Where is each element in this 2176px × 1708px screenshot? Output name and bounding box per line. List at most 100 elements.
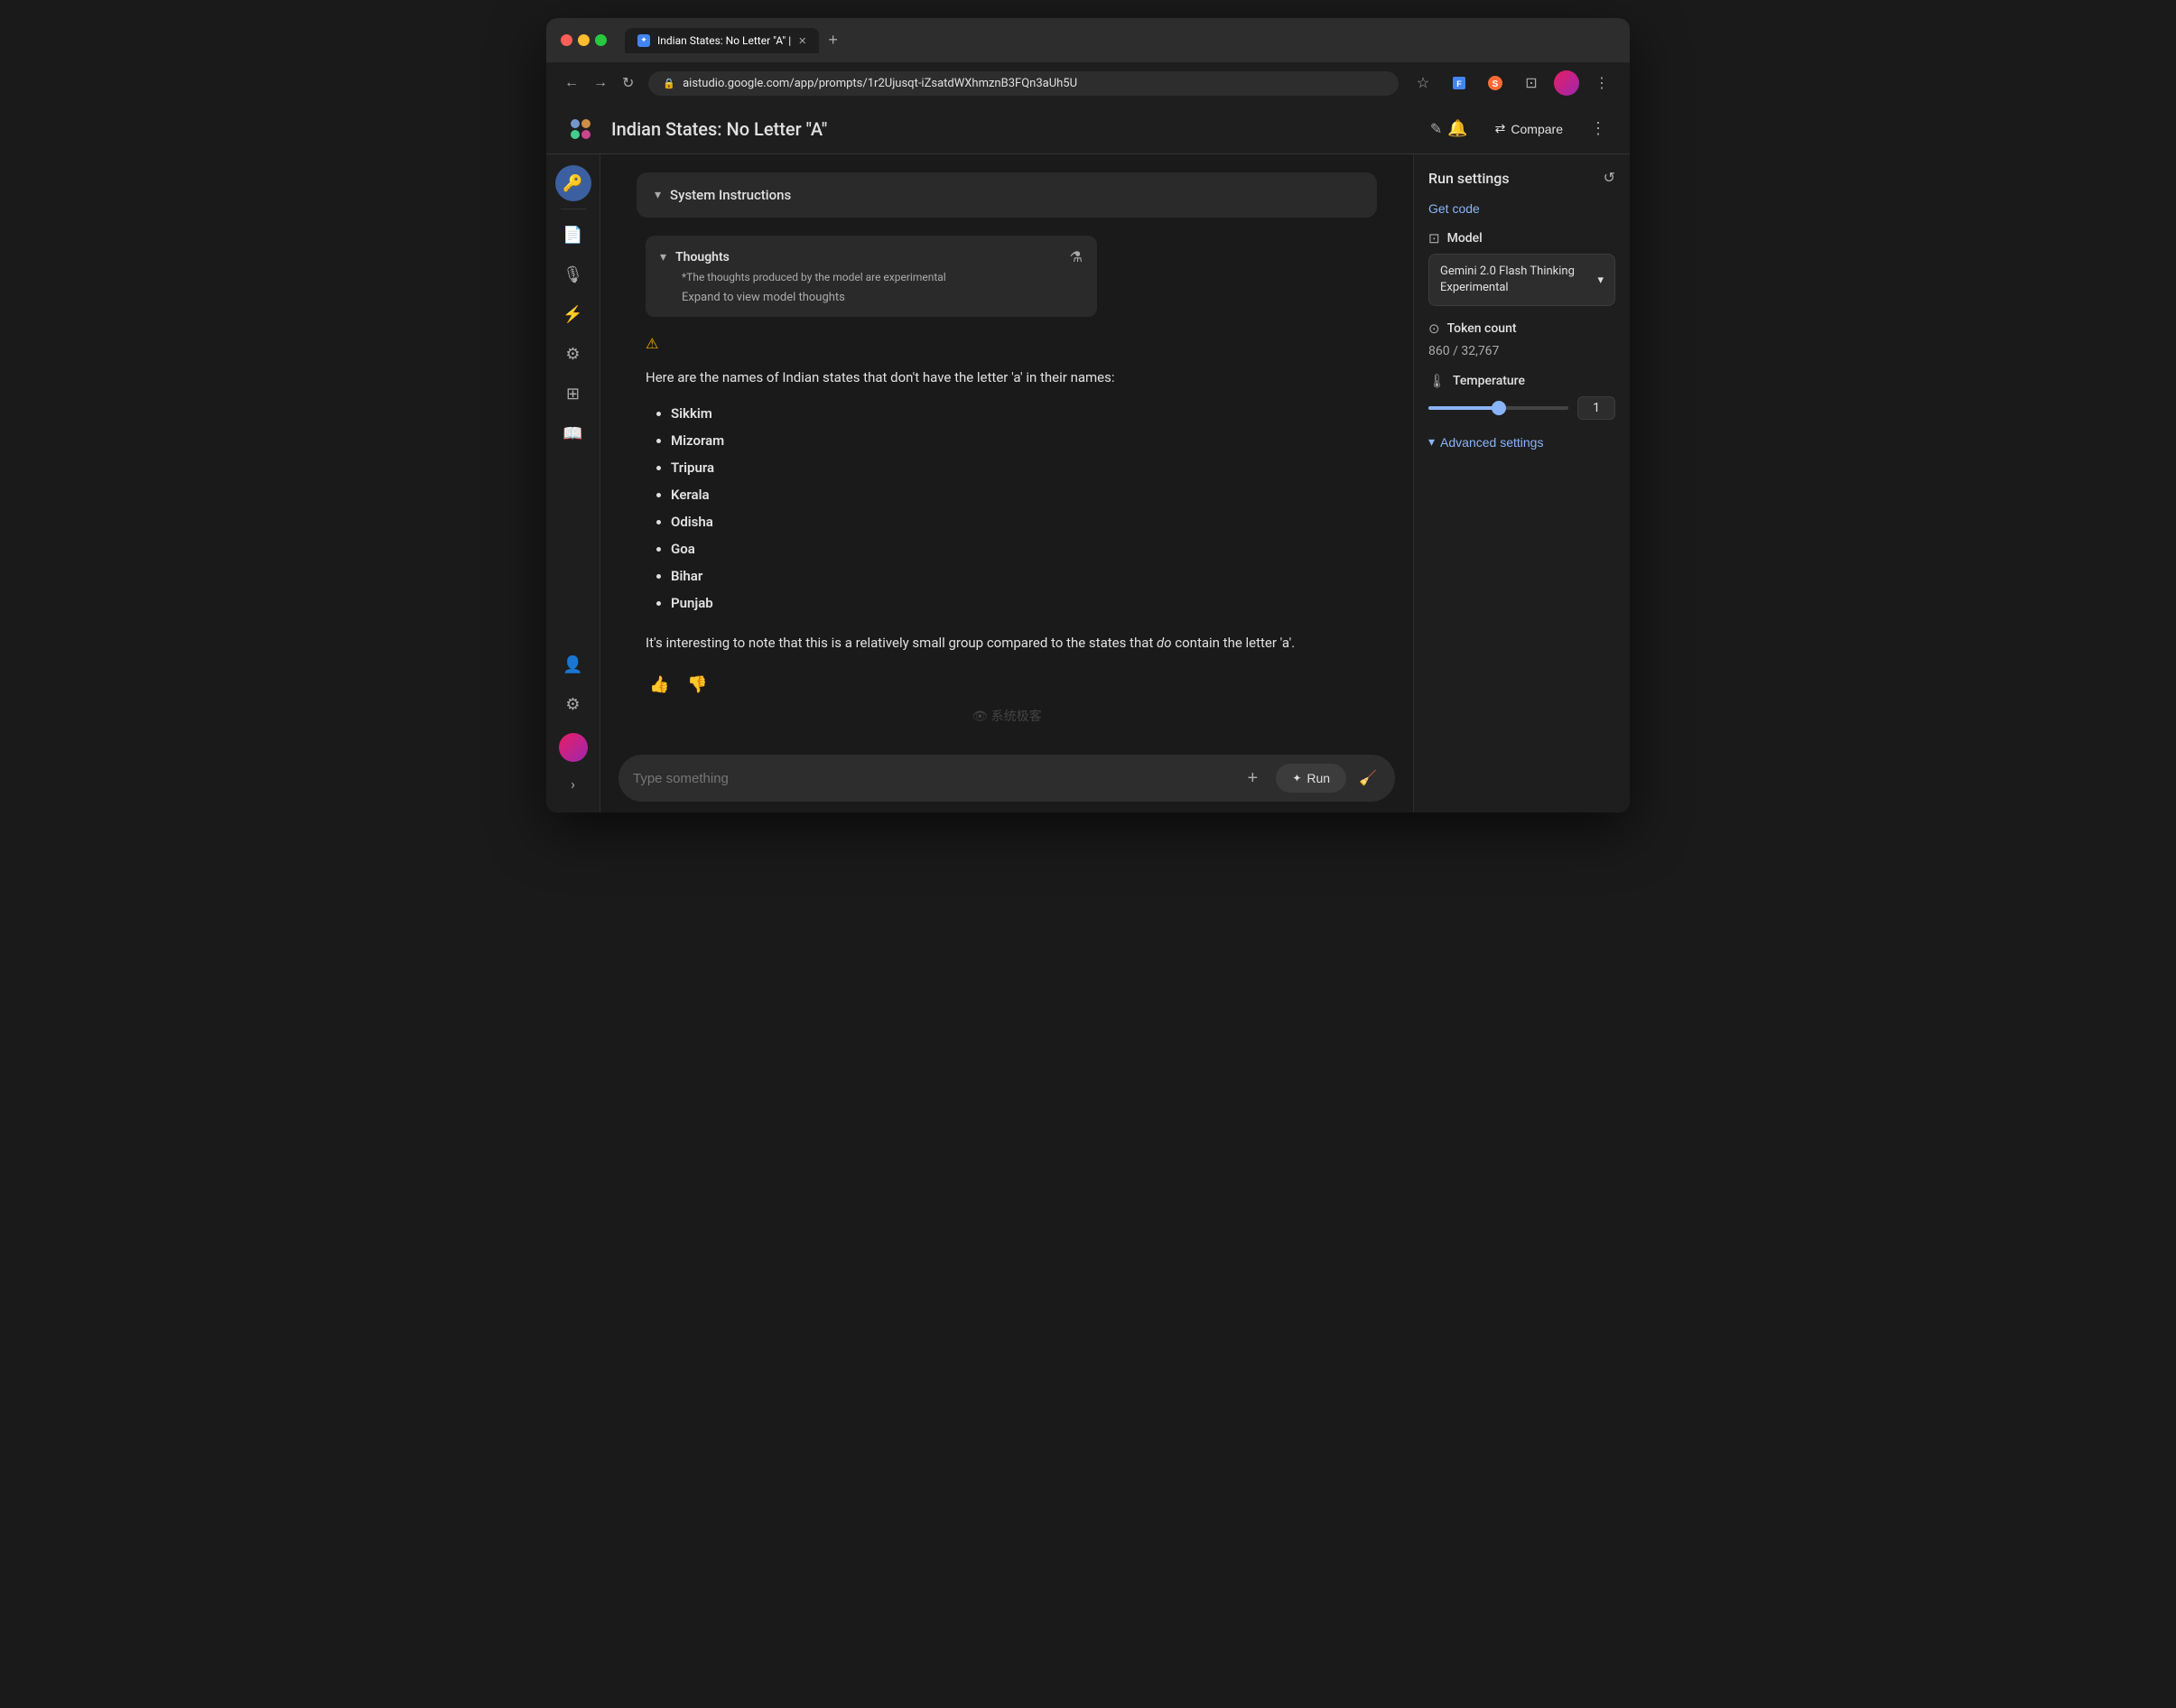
back-button[interactable]: ←	[561, 71, 582, 95]
tab-close-icon[interactable]: ✕	[798, 35, 806, 47]
maximize-button[interactable]	[595, 34, 607, 46]
system-instructions-label: System Instructions	[670, 187, 791, 203]
forward-button[interactable]: →	[590, 71, 611, 95]
address-bar[interactable]: 🔒 aistudio.google.com/app/prompts/1r2Uju…	[648, 71, 1399, 96]
system-instructions-bar[interactable]: ▾ System Instructions	[637, 172, 1377, 218]
browser-chrome: ✦ Indian States: No Letter "A" | ✕ +	[546, 18, 1630, 62]
temperature-icon: 🌡	[1428, 373, 1446, 389]
menu-button[interactable]: ⋮	[1588, 70, 1615, 97]
thumbs-up-button[interactable]: 👍	[646, 672, 673, 698]
bookmark-button[interactable]: ☆	[1409, 70, 1437, 97]
token-section-label: ⊙ Token count	[1428, 320, 1615, 337]
minimize-button[interactable]	[578, 34, 590, 46]
sidebar-item-book[interactable]: 📖	[555, 415, 591, 451]
browser-titlebar: ✦ Indian States: No Letter "A" | ✕ +	[561, 27, 1615, 53]
sidebar-item-settings[interactable]: ⚙	[555, 686, 591, 722]
temperature-label-text: Temperature	[1453, 374, 1525, 388]
left-sidebar: 🔑 📄 🎙 ⚡ ⚙ ⊞ 📖 👤 ⚙ ›	[546, 154, 600, 812]
model-section-label: ⊡ Model	[1428, 230, 1615, 246]
thumbs-down-button[interactable]: 👎	[683, 672, 711, 698]
flask-icon: ⚗	[1070, 248, 1083, 265]
chat-input[interactable]	[633, 771, 1229, 786]
get-code-button[interactable]: Get code	[1428, 201, 1615, 216]
list-item: Punjab	[671, 592, 1368, 614]
run-button-icon: ✦	[1292, 772, 1301, 784]
model-icon: ⊡	[1428, 230, 1440, 246]
sidebar-avatar[interactable]	[559, 733, 588, 762]
list-item: Kerala	[671, 484, 1368, 506]
compare-button[interactable]: ⇄ Compare	[1484, 116, 1574, 142]
lock-icon: 🔒	[663, 78, 675, 89]
center-panel: ▾ System Instructions ▾ Thoughts ⚗ *	[600, 154, 1413, 812]
model-selector[interactable]: Gemini 2.0 Flash Thinking Experimental ▾	[1428, 254, 1615, 306]
code-brackets-icon: Get code	[1428, 201, 1480, 216]
alert-icon-button[interactable]: 🔔	[1442, 114, 1473, 144]
clean-button[interactable]: 🧹	[1355, 766, 1381, 791]
advanced-settings-collapse-icon: ▾	[1428, 434, 1435, 450]
extension-button-1[interactable]: F	[1446, 70, 1473, 97]
model-label-text: Model	[1447, 231, 1483, 246]
response-note: It's interesting to note that this is a …	[646, 632, 1368, 654]
list-item: Bihar	[671, 565, 1368, 587]
run-button-label: Run	[1307, 771, 1330, 785]
close-button[interactable]	[561, 34, 572, 46]
list-item: Tripura	[671, 457, 1368, 478]
extension-button-2[interactable]: S	[1482, 70, 1509, 97]
traffic-lights	[561, 34, 607, 46]
app-title: Indian States: No Letter "A"	[611, 118, 1423, 140]
compare-label: Compare	[1511, 122, 1563, 136]
token-count-section: ⊙ Token count 860 / 32,767	[1428, 320, 1615, 358]
thoughts-toggle-icon[interactable]: ▾	[660, 250, 666, 265]
tab-favicon: ✦	[637, 34, 650, 47]
main-content: 🔑 📄 🎙 ⚡ ⚙ ⊞ 📖 👤 ⚙ ›	[546, 154, 1630, 812]
token-icon: ⊙	[1428, 320, 1440, 337]
profile-avatar[interactable]	[1554, 70, 1579, 96]
app-container: Indian States: No Letter "A" ✎ 🔔 ⇄ Compa…	[546, 104, 1630, 812]
token-label-text: Token count	[1447, 321, 1517, 336]
svg-text:S: S	[1493, 79, 1499, 89]
refresh-button[interactable]: ↺	[1604, 169, 1615, 187]
run-settings-header: Run settings ↺	[1428, 169, 1615, 187]
sidebar-item-document[interactable]: 📄	[555, 217, 591, 253]
tab-title: Indian States: No Letter "A" |	[657, 34, 791, 47]
edit-title-icon[interactable]: ✎	[1430, 120, 1442, 137]
list-item: Goa	[671, 538, 1368, 560]
temperature-slider-row: 1	[1428, 396, 1615, 420]
sidebar-item-lightning[interactable]: ⚡	[555, 296, 591, 332]
sidebar-item-person[interactable]: 👤	[555, 646, 591, 682]
new-tab-button[interactable]: +	[821, 27, 845, 53]
compare-icon: ⇄	[1495, 121, 1506, 136]
run-button[interactable]: ✦ Run	[1276, 764, 1346, 793]
list-item: Sikkim	[671, 403, 1368, 424]
browser-actions: ☆ F S ⊡ ⋮	[1409, 70, 1615, 97]
header-actions: 🔔 ⇄ Compare ⋮	[1442, 114, 1612, 144]
nav-buttons: ← → ↻	[561, 70, 637, 96]
reload-button[interactable]: ↻	[618, 70, 637, 96]
extension-button-3[interactable]: ⊡	[1518, 70, 1545, 97]
response-note-before: It's interesting to note that this is a …	[646, 635, 1157, 651]
sidebar-item-layers[interactable]: ⊞	[555, 376, 591, 412]
app-logo	[564, 113, 597, 145]
sidebar-expand-icon[interactable]: ›	[555, 766, 591, 802]
sidebar-item-mic[interactable]: 🎙	[555, 256, 591, 292]
input-bar: + ✦ Run 🧹	[618, 755, 1395, 802]
collapse-icon: ▾	[655, 188, 661, 202]
more-options-button[interactable]: ⋮	[1585, 114, 1612, 144]
add-attachment-button[interactable]: +	[1238, 764, 1267, 793]
temperature-section-label: 🌡 Temperature	[1428, 373, 1615, 389]
advanced-settings-button[interactable]: ▾ Advanced settings	[1428, 434, 1615, 450]
advanced-settings-label: Advanced settings	[1440, 435, 1543, 450]
center-content: ▾ System Instructions ▾ Thoughts ⚗ *	[600, 154, 1413, 744]
sidebar-item-key[interactable]: 🔑	[555, 165, 591, 201]
thoughts-box: ▾ Thoughts ⚗ *The thoughts produced by t…	[646, 236, 1097, 317]
watermark: 👁 系统极客	[646, 698, 1368, 734]
response-note-after: contain the letter 'a'.	[1172, 635, 1296, 651]
sidebar-bottom: 👤 ⚙ ›	[555, 646, 591, 802]
temperature-slider[interactable]	[1428, 406, 1568, 410]
temperature-section: 🌡 Temperature 1	[1428, 373, 1615, 420]
thoughts-expand-link[interactable]: Expand to view model thoughts	[682, 291, 1083, 304]
svg-text:F: F	[1456, 79, 1462, 88]
sidebar-item-sliders[interactable]: ⚙	[555, 336, 591, 372]
active-tab[interactable]: ✦ Indian States: No Letter "A" | ✕	[625, 28, 819, 53]
thoughts-subtitle: *The thoughts produced by the model are …	[682, 271, 1083, 283]
